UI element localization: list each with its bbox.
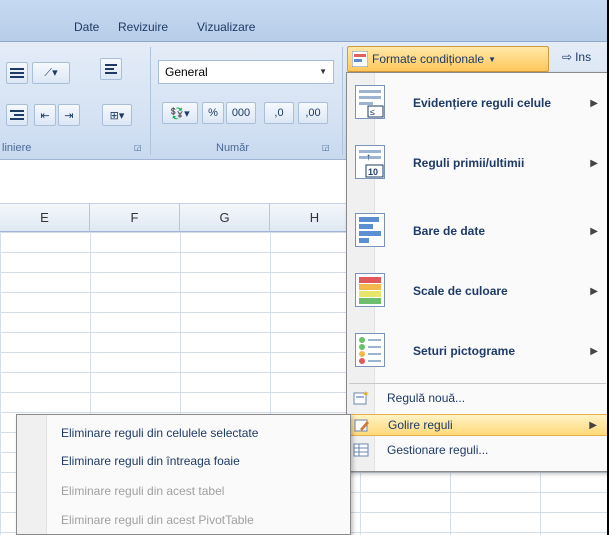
align-right-button[interactable] [6, 104, 28, 126]
menu-item-data-bars-label: Bare de date [413, 224, 486, 238]
group-separator [150, 47, 151, 155]
increase-decimal-icon: ,0 [274, 107, 284, 119]
menu-item-icon-sets-label: Seturi pictograme [413, 344, 516, 358]
submenu-item-clear-table: Eliminare reguli din acest tabel [61, 484, 225, 498]
submenu-item-clear-selected[interactable]: Eliminare reguli din celulele selectate [61, 426, 258, 440]
svg-text:10: 10 [368, 167, 378, 177]
svg-text:≤: ≤ [370, 107, 375, 117]
chevron-down-icon: ▼ [488, 54, 496, 64]
menu-item-clear-rules[interactable]: Golire reguli ▶ [347, 414, 607, 436]
decrease-indent-button[interactable]: ⇤ [34, 104, 56, 126]
conditional-formatting-icon [352, 51, 368, 67]
column-header-g[interactable]: G [180, 204, 270, 232]
increase-indent-button[interactable]: ⇥ [58, 104, 80, 126]
chevron-right-icon: ▶ [589, 419, 597, 431]
menu-item-color-scales[interactable]: Scale de culoare ▶ [347, 261, 607, 321]
chevron-right-icon: ▶ [590, 157, 598, 169]
menu-item-manage-rules[interactable]: Gestionare reguli... [347, 439, 607, 461]
decrease-decimal-button[interactable]: ,00 [298, 102, 328, 124]
decrease-indent-icon: ⇤ [40, 109, 50, 122]
align-button[interactable] [6, 62, 28, 84]
menu-item-new-rule-label: Regulă nouă... [387, 391, 466, 405]
accounting-icon: 💱▾ [170, 107, 190, 120]
data-bars-icon [355, 213, 385, 247]
chevron-right-icon: ▶ [590, 345, 598, 357]
merge-icon: ⊞▾ [109, 109, 125, 122]
thousands-button[interactable]: 000 [226, 102, 256, 124]
increase-decimal-button[interactable]: ,0 [264, 102, 294, 124]
wrap-text-icon [105, 64, 117, 74]
column-header-f[interactable]: F [90, 204, 180, 232]
chevron-right-icon: ▶ [590, 97, 598, 109]
menu-item-data-bars[interactable]: Bare de date ▶ [347, 201, 607, 261]
number-format-value: General [165, 65, 208, 79]
insert-button[interactable]: ⇨ Ins [562, 50, 591, 64]
clear-rules-icon [354, 419, 369, 432]
menu-item-highlight-cells-label: Evidențiere reguli celule [413, 96, 552, 110]
top-bottom-icon: ↑ 10 [355, 145, 385, 179]
wrap-text-button[interactable] [100, 58, 122, 80]
align-icon [10, 68, 24, 78]
decrease-decimal-icon: ,00 [305, 107, 321, 119]
orientation-icon: ⟋▾ [44, 67, 58, 79]
number-group-label: Număr [216, 142, 250, 154]
conditional-formatting-menu: ≤ Evidențiere reguli celule ▶ ↑ 10 Reguli… [346, 72, 607, 472]
alignment-group-label: liniere [2, 142, 32, 154]
number-launcher-icon[interactable]: ◲ [322, 143, 330, 152]
percent-button[interactable]: % [202, 102, 224, 124]
menu-item-color-scales-label: Scale de culoare [413, 284, 508, 298]
submenu-item-clear-sheet[interactable]: Eliminare reguli din întreaga foaie [61, 454, 240, 468]
group-separator [342, 47, 343, 155]
chevron-right-icon: ▶ [590, 285, 598, 297]
orientation-button[interactable]: ⟋▾ [32, 62, 70, 84]
insert-icon: ⇨ [562, 50, 573, 64]
tab-revizuire[interactable]: Revizuire [118, 20, 168, 34]
chevron-right-icon: ▶ [590, 225, 598, 237]
insert-label: Ins [575, 50, 592, 64]
submenu-item-clear-pivottable: Eliminare reguli din acest PivotTable [61, 513, 254, 527]
menu-item-top-bottom[interactable]: ↑ 10 Reguli primii/ultimii ▶ [347, 133, 607, 193]
excel-window: Date Revizuire Vizualizare ⟋▾ ⇤ ⇥ ⊞▾ lin… [0, 0, 609, 535]
align-right-icon [10, 110, 24, 120]
chevron-down-icon: ▼ [319, 67, 327, 76]
number-format-select[interactable]: General ▼ [158, 60, 334, 84]
menu-item-top-bottom-label: Reguli primii/ultimii [413, 156, 525, 170]
icon-sets-icon [355, 333, 385, 367]
increase-indent-icon: ⇥ [64, 109, 74, 122]
tab-date[interactable]: Date [74, 20, 99, 34]
clear-rules-submenu: Eliminare reguli din celulele selectate … [16, 414, 351, 535]
manage-rules-icon [353, 443, 369, 457]
percent-label: % [208, 107, 218, 119]
menu-separator [349, 383, 606, 384]
column-header-e[interactable]: E [0, 204, 90, 232]
submenu-gutter [17, 415, 47, 534]
merge-button[interactable]: ⊞▾ [102, 104, 132, 126]
ribbon-tabs: Date Revizuire Vizualizare [0, 0, 607, 42]
conditional-formatting-button[interactable]: Formate condiționale ▼ [347, 46, 549, 72]
menu-item-icon-sets[interactable]: Seturi pictograme ▶ [347, 321, 607, 381]
new-rule-icon: ✶ [353, 390, 369, 405]
highlight-cells-icon: ≤ [355, 85, 385, 119]
menu-item-manage-rules-label: Gestionare reguli... [387, 443, 489, 457]
accounting-format-button[interactable]: 💱▾ [162, 102, 198, 124]
conditional-formatting-label: Formate condiționale [372, 52, 485, 66]
menu-item-new-rule[interactable]: ✶ Regulă nouă... [347, 387, 607, 409]
menu-item-clear-rules-label: Golire reguli [388, 418, 453, 432]
svg-text:↑: ↑ [366, 152, 371, 163]
alignment-launcher-icon[interactable]: ◲ [134, 143, 142, 152]
svg-text:✶: ✶ [362, 390, 369, 399]
thousands-label: 000 [231, 107, 251, 119]
menu-item-highlight-cells[interactable]: ≤ Evidențiere reguli celule ▶ [347, 73, 607, 133]
color-scales-icon [355, 273, 385, 307]
tab-vizualizare[interactable]: Vizualizare [197, 20, 255, 34]
